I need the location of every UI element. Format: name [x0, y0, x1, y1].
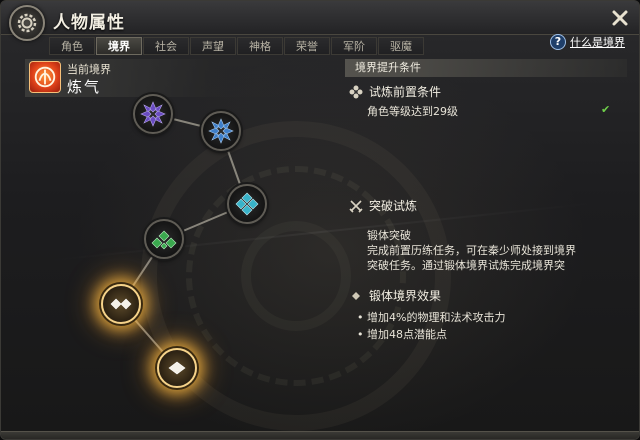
tab-bar: 角色 境界 社会 声望 神格 荣誉 军阶 驱魔: [49, 37, 425, 55]
effect-item-text: 增加4%的物理和法术攻击力: [367, 311, 506, 324]
breakthrough-name: 锻体突破: [367, 229, 411, 242]
help-link-label: 什么是境界: [570, 36, 625, 49]
realm-node-4[interactable]: [144, 219, 184, 259]
current-realm-name: 炼气: [67, 78, 102, 96]
realm-node-1[interactable]: [133, 94, 173, 134]
tab-society[interactable]: 社会: [143, 37, 189, 55]
help-link[interactable]: ? 什么是境界: [550, 34, 625, 50]
realm-node-5[interactable]: [101, 284, 141, 324]
current-realm-header: 当前境界 炼气: [25, 59, 333, 97]
cyan-gem-icon: [235, 192, 259, 216]
checkmark-icon: ✔: [601, 103, 611, 116]
bullet-icon: •: [357, 328, 367, 341]
tab-character[interactable]: 角色: [49, 37, 95, 55]
crossed-swords-icon: [349, 199, 363, 213]
effect-item: • 增加48点潜能点: [357, 326, 447, 342]
close-button[interactable]: [611, 9, 629, 27]
effect-item: • 增加4%的物理和法术攻击力: [357, 309, 505, 325]
realm-node-3[interactable]: [227, 184, 267, 224]
current-realm-label: 当前境界: [67, 63, 111, 76]
title-bar: 人物属性: [1, 1, 639, 35]
effects-section-title: 锻体境界效果: [349, 287, 441, 304]
green-gem-icon: [151, 230, 177, 250]
flower-icon: [349, 85, 363, 98]
breakthrough-title-text: 突破试炼: [369, 199, 418, 213]
conditions-panel: 境界提升条件 试炼前置条件 角色等级达到29级 ✔ 突破试炼 锻体突破 完成前置…: [345, 59, 627, 425]
purple-gem-icon: [140, 101, 166, 127]
white-gem-icon: [110, 298, 132, 310]
character-attributes-window: 人物属性 角色 境界 社会 声望 神格 荣誉 军阶 驱魔 ? 什么是境界 当前境…: [0, 0, 640, 440]
tab-divinity[interactable]: 神格: [237, 37, 283, 55]
prereq-title-text: 试炼前置条件: [369, 85, 442, 99]
white-diamond-icon: [168, 361, 186, 375]
realm-node-2[interactable]: [201, 111, 241, 151]
bullet-icon: •: [357, 311, 367, 324]
breakthrough-desc-line-2: 突破任务。通过锻体境界试炼完成境界突: [367, 259, 565, 272]
gear-icon: [9, 5, 45, 41]
bottom-frame: [1, 431, 639, 439]
tab-realm[interactable]: 境界: [96, 37, 142, 55]
tab-reputation[interactable]: 声望: [190, 37, 236, 55]
conditions-header: 境界提升条件: [345, 59, 627, 77]
effects-title-text: 锻体境界效果: [369, 289, 442, 303]
prereq-requirement: 角色等级达到29级: [367, 105, 458, 118]
diamond-bullet-icon: [352, 291, 360, 300]
realm-node-6[interactable]: [157, 348, 197, 388]
tab-honor[interactable]: 荣誉: [284, 37, 330, 55]
breakthrough-section-title: 突破试炼: [349, 197, 417, 214]
effect-item-text: 增加48点潜能点: [367, 328, 447, 341]
blue-gem-icon: [208, 118, 234, 144]
close-icon: [612, 10, 628, 26]
tab-military-rank[interactable]: 军阶: [331, 37, 377, 55]
question-icon: ?: [550, 34, 566, 50]
window-title: 人物属性: [53, 13, 125, 33]
realm-emblem-icon: [29, 61, 61, 93]
prereq-section-title: 试炼前置条件: [349, 83, 441, 100]
breakthrough-desc-line-1: 完成前置历练任务，可在秦少师处接到境界: [367, 244, 576, 257]
tab-exorcism[interactable]: 驱魔: [378, 37, 424, 55]
